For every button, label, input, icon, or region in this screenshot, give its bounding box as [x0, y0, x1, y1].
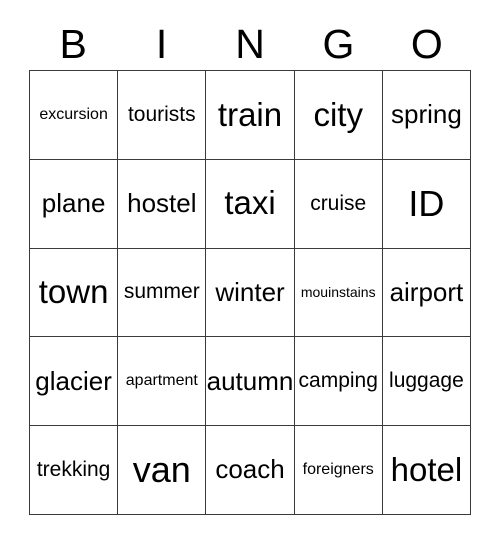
bingo-cell[interactable]: ID: [382, 159, 472, 249]
bingo-cell[interactable]: mouinstains: [294, 248, 383, 338]
bingo-cell-label: tourists: [127, 102, 196, 126]
bingo-cell-label: town: [38, 273, 109, 311]
bingo-row: trekking van coach foreigners hotel: [30, 426, 472, 515]
bingo-row: town summer winter mouinstains airport: [30, 248, 472, 338]
bingo-row: glacier apartment autumn camping luggage: [30, 337, 472, 427]
bingo-card: B I N G O excursion tourists train city …: [0, 0, 500, 544]
bingo-cell[interactable]: spring: [382, 71, 472, 160]
bingo-cell[interactable]: summer: [118, 248, 207, 338]
bingo-cell-label: taxi: [224, 184, 276, 222]
bingo-header-row: B I N G O: [29, 18, 471, 70]
bingo-header-letter-n: N: [235, 20, 265, 67]
bingo-cell[interactable]: hotel: [382, 426, 472, 515]
bingo-cell-label: mouinstains: [300, 284, 376, 301]
bingo-cell[interactable]: autumn: [206, 337, 295, 427]
bingo-cell-label: airport: [389, 276, 464, 307]
bingo-cell-label: van: [132, 449, 191, 491]
bingo-cell-label: excursion: [39, 105, 108, 123]
bingo-cell-label: plane: [41, 188, 106, 219]
bingo-cell[interactable]: excursion: [30, 71, 119, 160]
bingo-cell-label: train: [217, 95, 283, 133]
bingo-header-letter-g: G: [322, 20, 355, 67]
bingo-cell-label: luggage: [389, 369, 464, 393]
bingo-header-letter-o: O: [410, 20, 443, 67]
bingo-cell[interactable]: winter: [206, 248, 295, 338]
bingo-cell[interactable]: taxi: [206, 159, 295, 249]
bingo-cell[interactable]: luggage: [382, 337, 472, 427]
bingo-cell[interactable]: hostel: [118, 159, 207, 249]
bingo-row: excursion tourists train city spring: [30, 71, 472, 160]
bingo-cell-label: ID: [408, 182, 445, 224]
bingo-cell[interactable]: city: [294, 71, 383, 160]
bingo-cell-label: trekking: [36, 458, 111, 482]
bingo-cell-label: cruise: [310, 191, 367, 215]
bingo-cell[interactable]: van: [118, 426, 207, 515]
bingo-cell[interactable]: cruise: [294, 159, 383, 249]
bingo-cell[interactable]: coach: [206, 426, 295, 515]
bingo-cell-label: hostel: [127, 188, 197, 219]
bingo-cell-label: hotel: [390, 450, 463, 488]
bingo-cell-label: spring: [391, 99, 462, 130]
bingo-header-letter-b: B: [59, 20, 87, 67]
bingo-cell[interactable]: plane: [30, 159, 119, 249]
bingo-cell-label: city: [313, 95, 363, 133]
bingo-cell[interactable]: tourists: [118, 71, 207, 160]
bingo-cell[interactable]: airport: [382, 248, 472, 338]
bingo-cell-label: winter: [215, 276, 285, 307]
bingo-cell[interactable]: train: [206, 71, 295, 160]
bingo-cell[interactable]: camping: [294, 337, 383, 427]
bingo-cell[interactable]: glacier: [30, 337, 119, 427]
bingo-cell[interactable]: town: [30, 248, 119, 338]
bingo-row: plane hostel taxi cruise ID: [30, 159, 472, 249]
bingo-cell-label: summer: [123, 280, 200, 304]
bingo-cell-label: apartment: [125, 371, 198, 389]
bingo-cell-label: foreigners: [302, 460, 374, 478]
bingo-cell[interactable]: trekking: [30, 426, 119, 515]
bingo-cell-label: camping: [298, 369, 378, 393]
bingo-cell[interactable]: apartment: [118, 337, 207, 427]
bingo-grid: excursion tourists train city spring pla…: [29, 70, 472, 515]
bingo-cell-label: coach: [215, 454, 285, 485]
bingo-cell-label: glacier: [35, 365, 112, 396]
bingo-cell[interactable]: foreigners: [294, 426, 383, 515]
bingo-cell-label: autumn: [206, 365, 294, 396]
bingo-header-letter-i: I: [155, 20, 168, 67]
